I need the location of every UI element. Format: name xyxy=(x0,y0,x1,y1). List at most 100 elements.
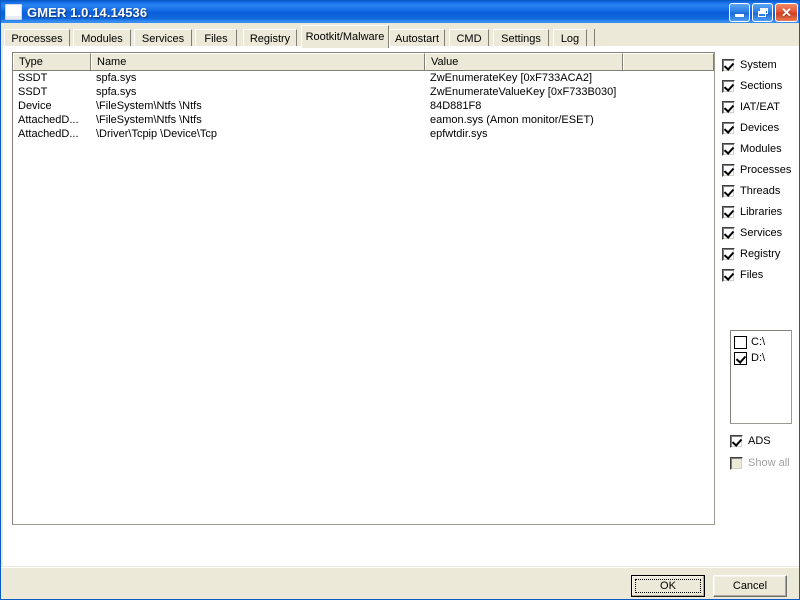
tab-label: Files xyxy=(204,33,228,45)
tab-page-rootkit-malware: Type Name Value SSDT spfa.sys ZwEnumerateKey… xyxy=(3,46,799,566)
listview-row[interactable]: SSDT spfa.sys ZwEnumerateValueKey [0xF733B… xyxy=(13,85,714,99)
dialog-button-bar: OK Cancel xyxy=(1,567,799,599)
window-controls: ✕ xyxy=(729,3,798,22)
cell-value: ZwEnumerateKey [0xF733ACA2] xyxy=(430,72,593,84)
tab-label: CMD xyxy=(456,33,482,45)
checkbox-show-all[interactable]: Show all xyxy=(730,456,790,470)
tab-label: Log xyxy=(560,33,580,45)
drive-item-d[interactable]: D:\ xyxy=(734,350,791,366)
column-header-value[interactable]: Value xyxy=(425,53,623,70)
drive-label: C:\ xyxy=(751,335,766,348)
drive-checkbox-box[interactable] xyxy=(734,335,747,349)
cell-type: Device xyxy=(18,100,52,112)
tab-rootkit-malware[interactable]: Rootkit/Malware xyxy=(301,25,389,48)
checkbox-box[interactable] xyxy=(722,100,735,114)
cell-name: \FileSystem\Ntfs \Ntfs xyxy=(96,100,202,112)
column-header-label: Name xyxy=(97,56,127,68)
checkbox-box[interactable] xyxy=(722,142,735,156)
gmer-window: GMER 1.0.14.14536 ✕ Processes Modules Serv… xyxy=(0,0,800,600)
checkbox-box[interactable] xyxy=(722,121,735,135)
checkbox-box[interactable] xyxy=(722,226,735,240)
checkbox-system[interactable]: System xyxy=(722,58,777,72)
checkbox-box[interactable] xyxy=(722,79,735,93)
checkbox-box[interactable] xyxy=(722,247,735,261)
checkbox-ads[interactable]: ADS xyxy=(730,434,771,448)
checkbox-threads[interactable]: Threads xyxy=(722,184,780,198)
ads-checkbox-box[interactable] xyxy=(730,434,743,448)
checkbox-files[interactable]: Files xyxy=(722,268,763,282)
cell-value: 84D881F8 xyxy=(430,100,482,112)
close-button[interactable]: ✕ xyxy=(775,3,798,22)
checkbox-label: Files xyxy=(740,268,764,281)
checkbox-registry[interactable]: Registry xyxy=(722,247,780,261)
tab-label: Services xyxy=(141,33,185,45)
drive-item-c[interactable]: C:\ xyxy=(734,334,791,350)
tab-label: Rootkit/Malware xyxy=(305,31,385,43)
checkbox-box[interactable] xyxy=(722,184,735,198)
minimize-button[interactable] xyxy=(729,3,750,22)
listview-row[interactable]: Device \FileSystem\Ntfs \Ntfs 84D881F8 xyxy=(13,99,714,113)
cancel-button-label: Cancel xyxy=(732,580,768,592)
column-header-name[interactable]: Name xyxy=(91,53,425,70)
cell-type: SSDT xyxy=(18,72,48,84)
checkbox-libraries[interactable]: Libraries xyxy=(722,205,782,219)
cell-name: spfa.sys xyxy=(96,86,137,98)
checkbox-box[interactable] xyxy=(722,268,735,282)
cell-value: epfwtdir.sys xyxy=(430,128,488,140)
tab-label: Processes xyxy=(11,33,63,45)
title-bar[interactable]: GMER 1.0.14.14536 ✕ xyxy=(1,1,799,23)
checkbox-sections[interactable]: Sections xyxy=(722,79,782,93)
checkbox-label: Devices xyxy=(740,121,780,134)
tab-label: Modules xyxy=(81,33,123,45)
checkbox-label: Threads xyxy=(740,184,781,197)
checkbox-devices[interactable]: Devices xyxy=(722,121,779,135)
ok-button-label: OK xyxy=(660,580,676,592)
checkbox-ads-label: ADS xyxy=(748,434,771,447)
cell-type: AttachedD... xyxy=(18,114,79,126)
minimize-icon xyxy=(735,14,744,17)
checkbox-label: System xyxy=(740,58,777,71)
checkbox-label: Registry xyxy=(740,247,781,260)
tab-label: Registry xyxy=(249,33,291,45)
checkbox-box[interactable] xyxy=(722,58,735,72)
cell-name: \FileSystem\Ntfs \Ntfs xyxy=(96,114,202,126)
checkbox-iat-eat[interactable]: IAT/EAT xyxy=(722,100,780,114)
checkbox-label: Libraries xyxy=(740,205,783,218)
checkbox-label: Processes xyxy=(740,163,792,176)
drive-label: D:\ xyxy=(751,351,766,364)
column-header-type[interactable]: Type xyxy=(13,53,91,70)
checkbox-box[interactable] xyxy=(722,163,735,177)
cell-value: eamon.sys (Amon monitor/ESET) xyxy=(430,114,594,126)
results-listview[interactable]: Type Name Value SSDT spfa.sys ZwEnumerateKey… xyxy=(12,52,715,525)
checkbox-modules[interactable]: Modules xyxy=(722,142,782,156)
scan-options-panel: C:\ D:\ ADS Show all System Sections IAT/EA… xyxy=(716,52,796,525)
drive-checkbox-box[interactable] xyxy=(734,351,747,365)
tab-label: Settings xyxy=(501,33,541,45)
listview-row[interactable]: AttachedD... \Driver\Tcpip \Device\Tcp epf… xyxy=(13,127,714,141)
tab-label: Autostart xyxy=(394,33,440,45)
listview-header: Type Name Value xyxy=(13,53,714,71)
cell-name: spfa.sys xyxy=(96,72,137,84)
checkbox-label: Sections xyxy=(740,79,783,92)
listview-body[interactable]: SSDT spfa.sys ZwEnumerateKey [0xF733ACA2] S… xyxy=(13,71,714,524)
checkbox-processes[interactable]: Processes xyxy=(722,163,791,177)
page-body: Type Name Value SSDT spfa.sys ZwEnumerateKey… xyxy=(4,47,798,565)
cell-name: \Driver\Tcpip \Device\Tcp xyxy=(96,128,218,140)
restore-button[interactable] xyxy=(752,3,773,22)
checkbox-services[interactable]: Services xyxy=(722,226,782,240)
close-icon: ✕ xyxy=(781,5,792,20)
listview-row[interactable]: SSDT spfa.sys ZwEnumerateKey [0xF733ACA2] xyxy=(13,71,714,85)
checkbox-label: Modules xyxy=(740,142,782,155)
listview-row[interactable]: AttachedD... \FileSystem\Ntfs \Ntfs eamon.… xyxy=(13,113,714,127)
checkbox-box[interactable] xyxy=(722,205,735,219)
checkbox-label: IAT/EAT xyxy=(740,100,780,113)
ok-button[interactable]: OK xyxy=(631,575,705,597)
column-header-blank[interactable] xyxy=(623,53,714,70)
checkbox-show-all-label: Show all xyxy=(748,456,790,469)
drive-listbox[interactable]: C:\ D:\ xyxy=(730,330,792,424)
show-all-checkbox-box[interactable] xyxy=(730,456,743,470)
cell-value: ZwEnumerateValueKey [0xF733B030] xyxy=(430,86,617,98)
cancel-button[interactable]: Cancel xyxy=(713,575,787,597)
column-header-label: Type xyxy=(19,56,43,68)
app-icon xyxy=(5,4,22,20)
